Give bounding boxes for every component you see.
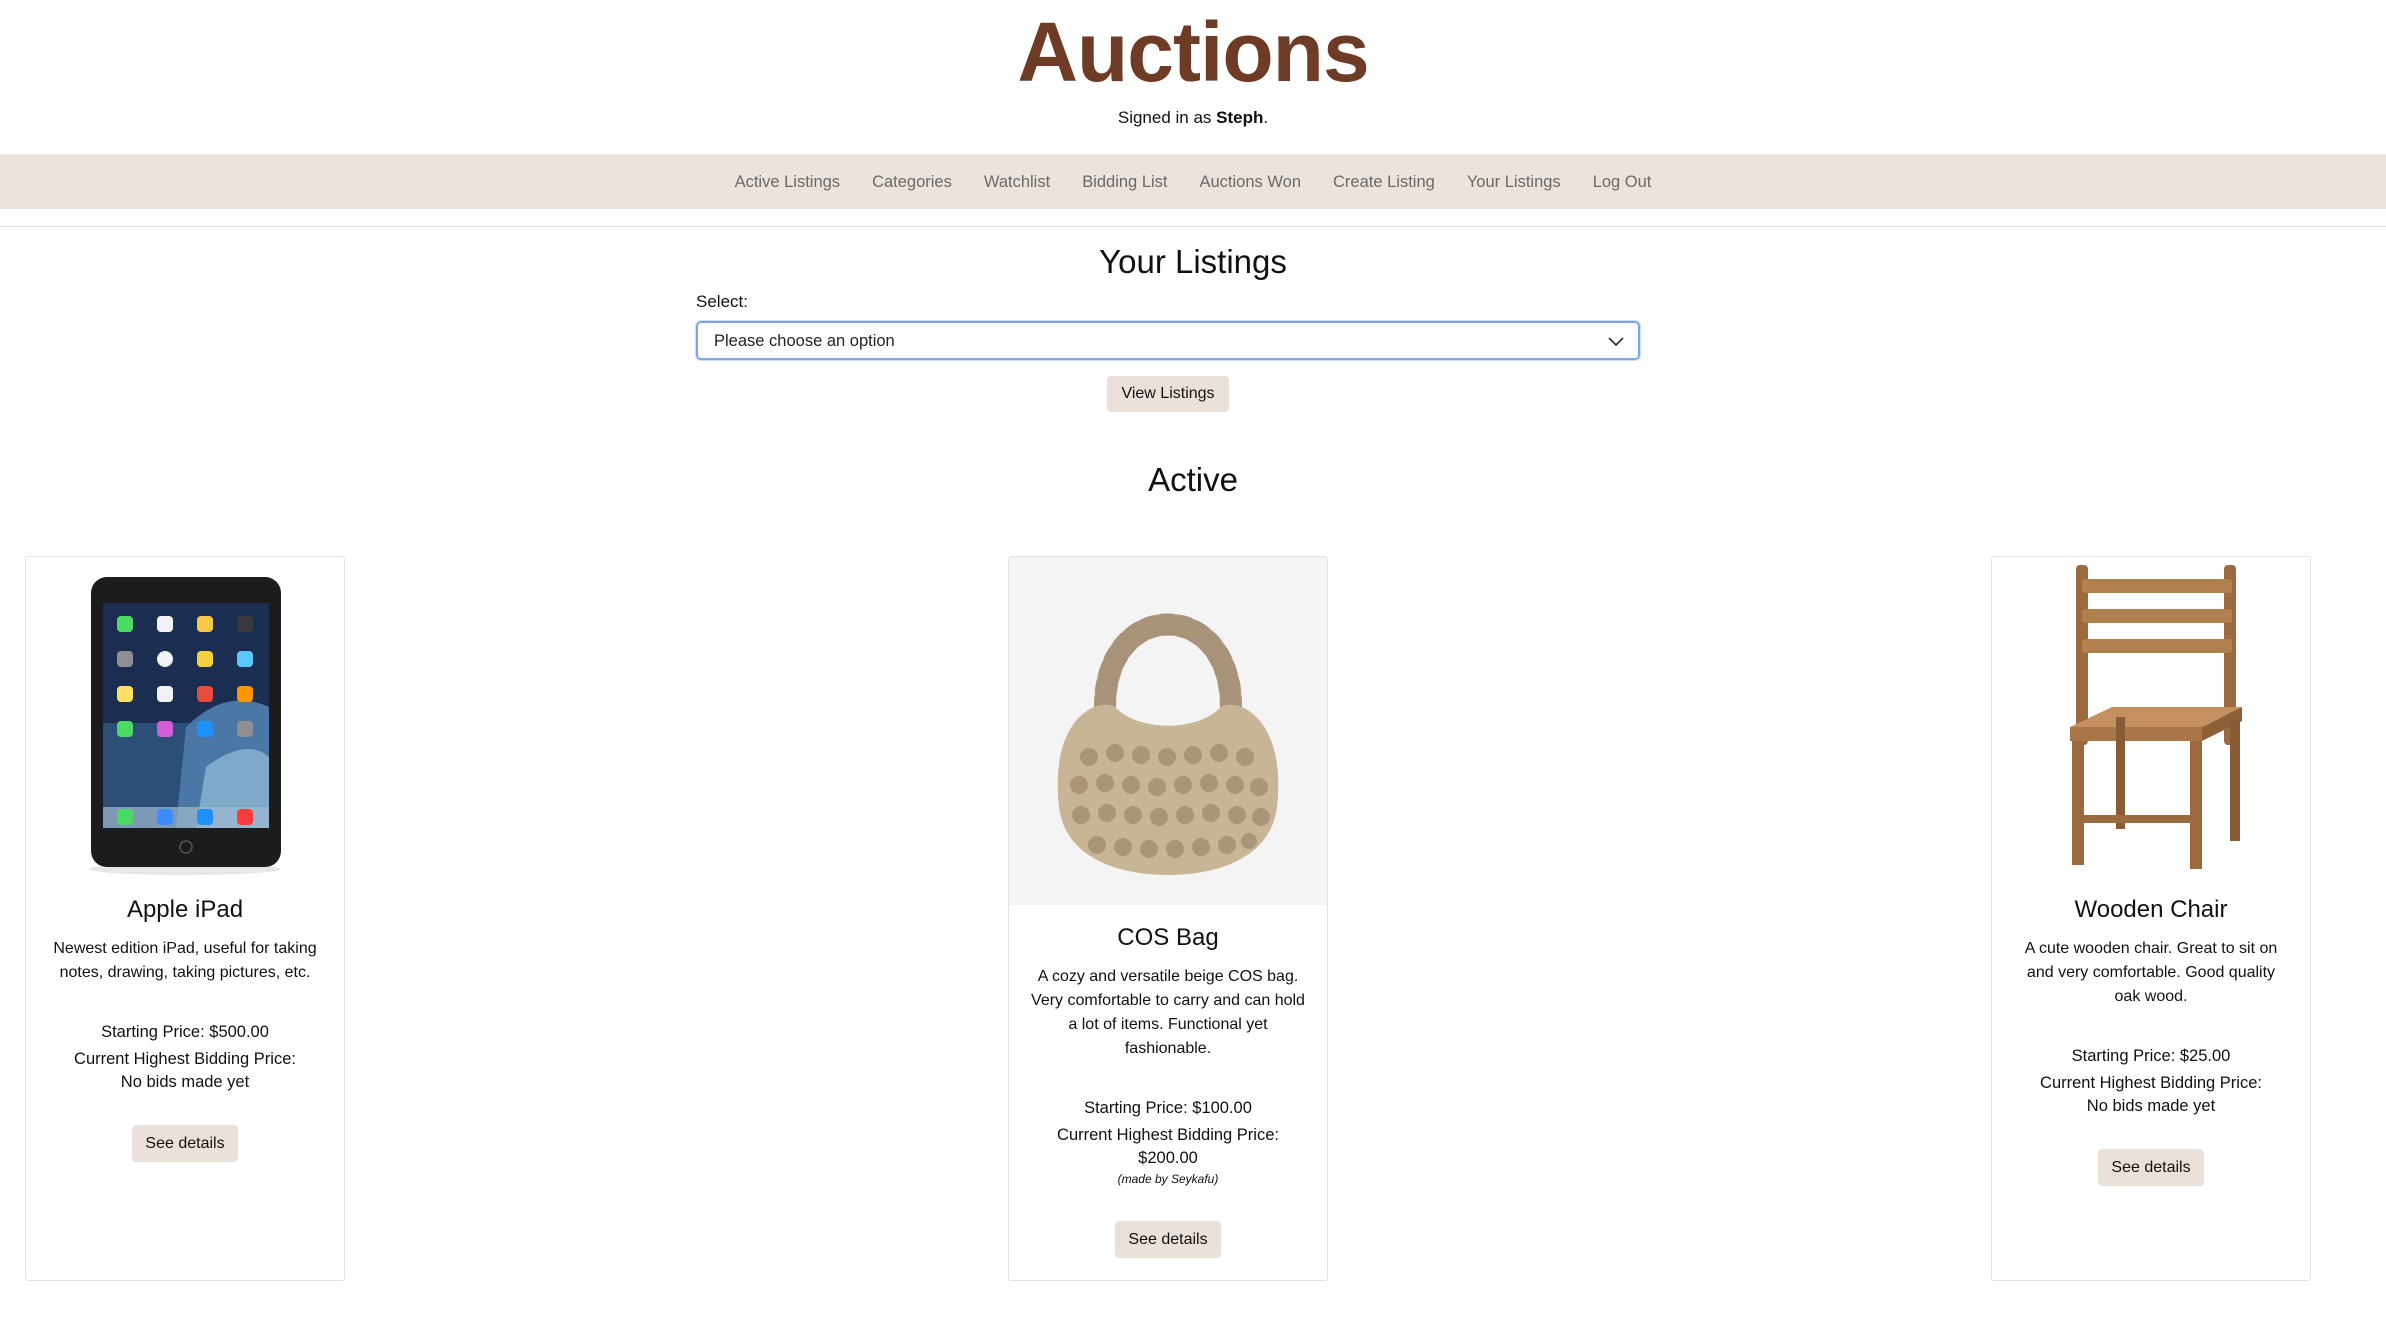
nav-create-listing[interactable]: Create Listing	[1333, 171, 1435, 193]
bid-value: $200.00	[1138, 1149, 1198, 1167]
listing-card: Apple iPad Newest edition iPad, useful f…	[25, 556, 345, 1281]
listing-description: Newest edition iPad, useful for taking n…	[53, 940, 317, 981]
signed-in-suffix: .	[1263, 108, 1269, 127]
bidder-note: (made by Seykafu)	[1117, 1172, 1219, 1186]
ipad-image[interactable]	[26, 557, 344, 877]
nav-your-listings[interactable]: Your Listings	[1467, 171, 1561, 193]
listing-title[interactable]: Wooden Chair	[1992, 895, 2310, 925]
listing-card: COS Bag A cozy and versatile beige COS b…	[1008, 556, 1328, 1281]
starting-price: Starting Price: $100.00	[1084, 1099, 1252, 1117]
listing-title[interactable]: COS Bag	[1009, 923, 1327, 953]
see-details-button[interactable]: See details	[1115, 1221, 1221, 1258]
bid-label: Current Highest Bidding Price:	[1057, 1126, 1279, 1144]
nav-divider	[0, 226, 2386, 227]
bid-value: No bids made yet	[120, 1073, 250, 1091]
listing-filter-select[interactable]: Please choose an option	[696, 321, 1640, 360]
listing-description: A cute wooden chair. Great to sit on and…	[2024, 940, 2278, 1005]
view-listings-button[interactable]: View Listings	[1107, 376, 1229, 412]
chair-image[interactable]	[1992, 557, 2310, 877]
signed-in-text: Signed in as Steph.	[0, 107, 2386, 129]
site-title: Auctions	[1017, 5, 1369, 99]
starting-price: Starting Price: $500.00	[101, 1023, 269, 1041]
listing-title[interactable]: Apple iPad	[26, 895, 344, 925]
active-section-heading: Active	[1148, 461, 1238, 498]
bid-value: No bids made yet	[2086, 1097, 2216, 1115]
page-title: Your Listings	[1099, 243, 1287, 280]
chevron-down-icon	[1608, 337, 1624, 347]
listing-description: A cozy and versatile beige COS bag. Very…	[1031, 968, 1305, 1057]
starting-price: Starting Price: $25.00	[2071, 1047, 2231, 1065]
see-details-button[interactable]: See details	[2098, 1149, 2204, 1186]
see-details-button[interactable]: See details	[132, 1125, 238, 1162]
select-value: Please choose an option	[714, 332, 895, 350]
nav-log-out[interactable]: Log Out	[1593, 171, 1652, 193]
bag-image[interactable]	[1009, 557, 1327, 905]
signed-in-user: Steph	[1216, 108, 1264, 127]
nav-active-listings[interactable]: Active Listings	[735, 171, 840, 193]
nav-bidding-list[interactable]: Bidding List	[1082, 171, 1167, 193]
main-nav: Active Listings Categories Watchlist Bid…	[0, 154, 2386, 209]
signed-in-prefix: Signed in as	[1117, 108, 1212, 127]
bid-label: Current Highest Bidding Price:	[2040, 1074, 2262, 1092]
bid-label: Current Highest Bidding Price:	[74, 1050, 296, 1068]
nav-auctions-won[interactable]: Auctions Won	[1200, 171, 1302, 193]
select-label: Select:	[696, 292, 748, 311]
nav-categories[interactable]: Categories	[872, 171, 952, 193]
listing-card: Wooden Chair A cute wooden chair. Great …	[1991, 556, 2311, 1281]
nav-watchlist[interactable]: Watchlist	[984, 171, 1050, 193]
